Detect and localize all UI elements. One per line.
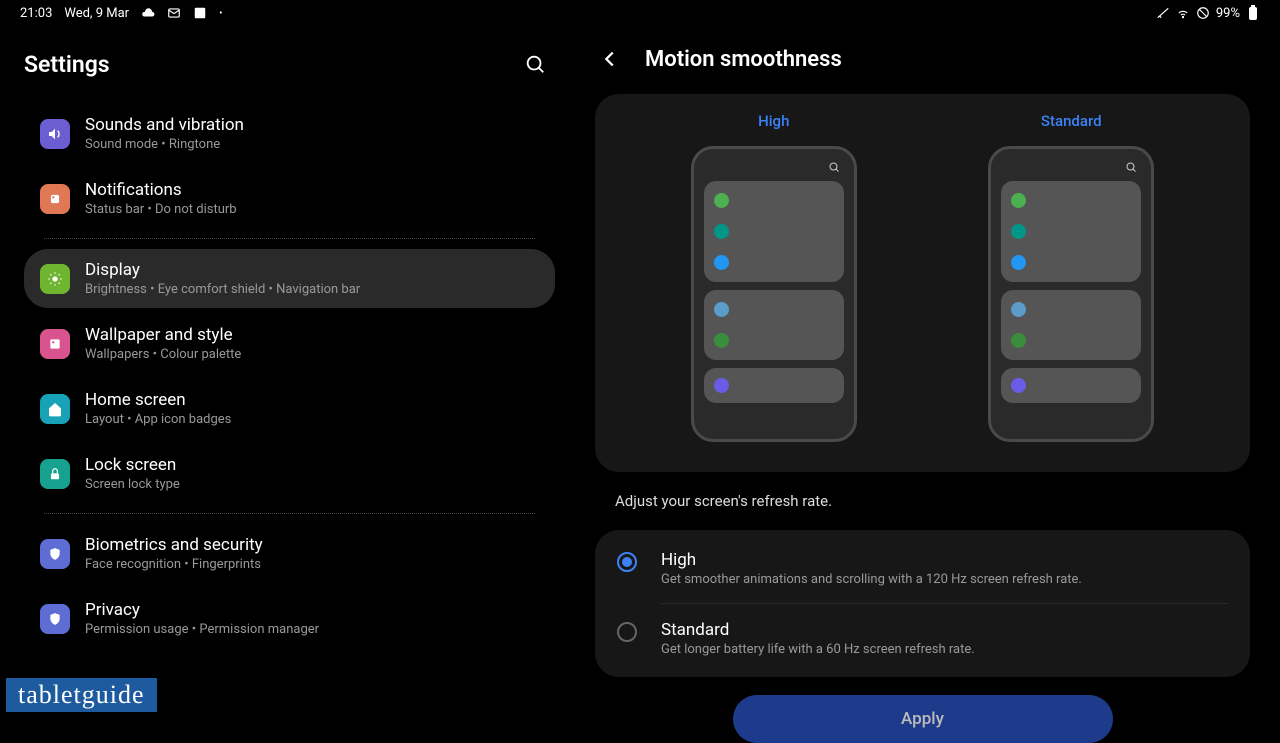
sidebar-item-biometrics-and-security[interactable]: Biometrics and security Face recognition … [24,524,555,583]
sidebar-item-home-screen[interactable]: Home screen Layout • App icon badges [24,379,555,438]
search-icon [524,53,546,75]
menu-title: Sounds and vibration [85,115,539,135]
menu-title: Notifications [85,180,539,200]
menu-text: Notifications Status bar • Do not disturb [85,180,539,217]
option-text: Standard Get longer battery life with a 6… [661,620,1228,657]
menu-text: Wallpaper and style Wallpapers • Colour p… [85,325,539,362]
menu-title: Lock screen [85,455,539,475]
menu-subtitle: Sound mode • Ringtone [85,137,539,152]
menu-text: Lock screen Screen lock type [85,455,539,492]
status-time: 21:03 [20,6,52,21]
shield-icon [40,539,70,569]
preview-standard-label: Standard [1041,112,1102,130]
battery-percent: 99% [1216,6,1240,21]
menu-subtitle: Screen lock type [85,477,539,492]
detail-title: Motion smoothness [645,47,842,72]
image-icon [193,6,207,20]
status-right: 99% [1156,6,1260,21]
dot-icon: • [219,8,222,19]
battery-icon [1246,6,1260,20]
menu-divider [44,513,535,514]
sun-icon [40,264,70,294]
option-title: High [661,550,1228,570]
menu-subtitle: Wallpapers • Colour palette [85,347,539,362]
settings-title: Settings [24,51,110,78]
shield-icon [40,604,70,634]
menu-title: Wallpaper and style [85,325,539,345]
sidebar-item-sounds-and-vibration[interactable]: Sounds and vibration Sound mode • Rington… [24,104,555,163]
home-icon [40,394,70,424]
pic-icon [40,329,70,359]
detail-pane: Motion smoothness High Standard [575,26,1280,720]
menu-subtitle: Status bar • Do not disturb [85,202,539,217]
settings-sidebar: Settings Sounds and vibration Sound mode … [0,26,575,720]
phone-mock-high [691,146,857,442]
signal-icon [1156,6,1170,20]
option-title: Standard [661,620,1228,640]
menu-text: Sounds and vibration Sound mode • Rington… [85,115,539,152]
watermark: tabletguide [6,678,157,712]
menu-text: Display Brightness • Eye comfort shield •… [85,260,539,297]
search-button[interactable] [515,44,555,84]
sidebar-item-notifications[interactable]: Notifications Status bar • Do not disturb [24,169,555,228]
menu-subtitle: Permission usage • Permission manager [85,622,539,637]
radio-button[interactable] [617,552,637,572]
menu-subtitle: Layout • App icon badges [85,412,539,427]
preview-standard[interactable]: Standard [988,112,1154,442]
status-left: 21:03 Wed, 9 Mar • [20,6,222,21]
cloud-icon [141,6,155,20]
preview-card: High Standard [595,94,1250,472]
menu-title: Display [85,260,539,280]
phone-mock-standard [988,146,1154,442]
mail-icon [167,6,181,20]
chevron-left-icon [599,48,621,70]
detail-description: Adjust your screen's refresh rate. [595,472,1250,530]
menu-text: Privacy Permission usage • Permission man… [85,600,539,637]
sidebar-item-privacy[interactable]: Privacy Permission usage • Permission man… [24,589,555,648]
option-high[interactable]: High Get smoother animations and scrollin… [595,534,1250,603]
wifi-icon [1176,6,1190,20]
menu-title: Home screen [85,390,539,410]
option-subtitle: Get smoother animations and scrolling wi… [661,572,1228,587]
status-bar: 21:03 Wed, 9 Mar • 99% [0,0,1280,26]
option-standard[interactable]: Standard Get longer battery life with a 6… [595,604,1250,673]
menu-divider [44,238,535,239]
menu-text: Biometrics and security Face recognition … [85,535,539,572]
sidebar-item-display[interactable]: Display Brightness • Eye comfort shield •… [24,249,555,308]
preview-high-label: High [758,112,789,130]
no-disturb-icon [1196,6,1210,20]
menu-title: Privacy [85,600,539,620]
search-icon [1125,161,1137,173]
status-date: Wed, 9 Mar [64,6,129,21]
radio-button[interactable] [617,622,637,642]
options-card: High Get smoother animations and scrollin… [595,530,1250,677]
menu-subtitle: Brightness • Eye comfort shield • Naviga… [85,282,539,297]
menu-text: Home screen Layout • App icon badges [85,390,539,427]
lock-icon [40,459,70,489]
sidebar-item-lock-screen[interactable]: Lock screen Screen lock type [24,444,555,503]
menu-subtitle: Face recognition • Fingerprints [85,557,539,572]
preview-high[interactable]: High [691,112,857,442]
option-text: High Get smoother animations and scrollin… [661,550,1228,587]
menu-title: Biometrics and security [85,535,539,555]
sidebar-item-wallpaper-and-style[interactable]: Wallpaper and style Wallpapers • Colour p… [24,314,555,373]
back-button[interactable] [595,44,625,74]
search-icon [828,161,840,173]
volume-icon [40,119,70,149]
bell-icon [40,184,70,214]
option-subtitle: Get longer battery life with a 60 Hz scr… [661,642,1228,657]
apply-button[interactable]: Apply [733,695,1113,743]
